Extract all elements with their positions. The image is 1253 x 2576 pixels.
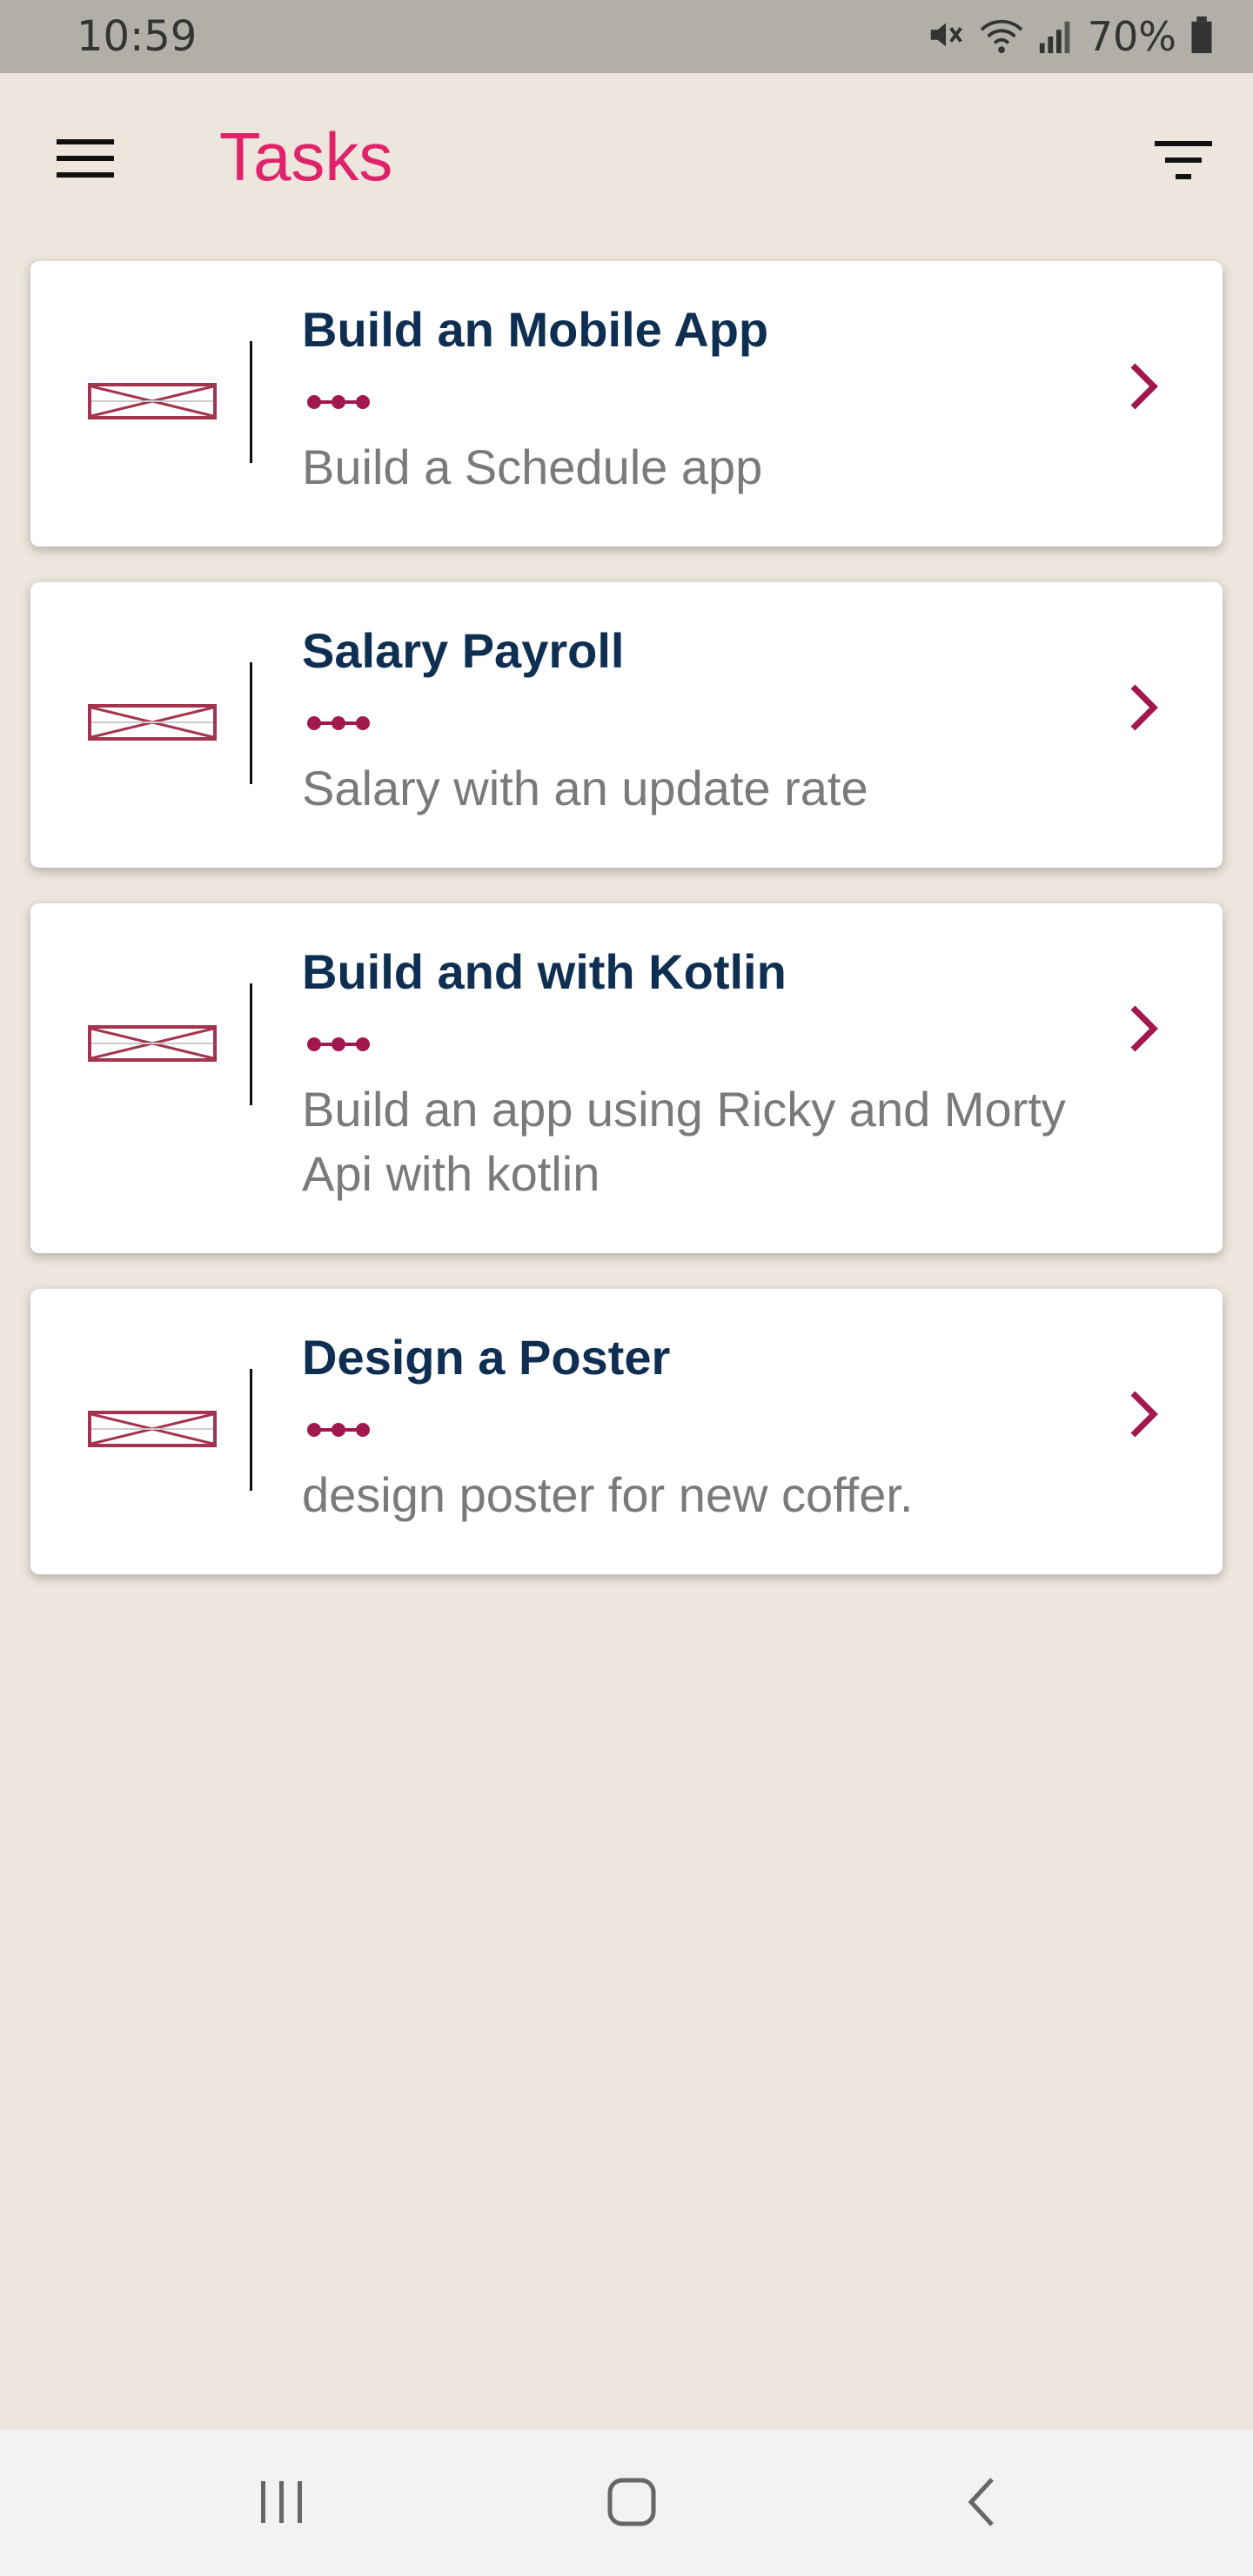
task-description: Salary with an update rate [302, 761, 868, 815]
more-dots-icon [305, 392, 372, 413]
navigation-bar [0, 2430, 1253, 2576]
more-dots-icon [305, 1034, 372, 1055]
status-time: 10:59 [77, 12, 198, 61]
chevron-right-icon[interactable] [1113, 1384, 1174, 1445]
more-dots-icon [305, 713, 372, 734]
more-dots-icon [305, 1419, 372, 1440]
wifi-icon [978, 15, 1025, 59]
filter-button[interactable] [1149, 131, 1218, 193]
task-thumbnail-icon [88, 704, 217, 741]
divider [250, 983, 252, 1105]
task-card[interactable]: Salary Payroll Salary with an update rat… [30, 582, 1223, 868]
signal-icon [1037, 15, 1075, 59]
chevron-right-icon[interactable] [1113, 998, 1174, 1059]
page-title: Tasks [219, 118, 393, 195]
divider [250, 662, 252, 784]
task-title: Build an Mobile App [302, 302, 769, 357]
chevron-right-icon[interactable] [1113, 356, 1174, 417]
home-icon [606, 2476, 658, 2532]
recent-apps-icon [256, 2478, 308, 2531]
status-icons: 70% [926, 12, 1215, 61]
battery-icon [1189, 15, 1215, 59]
task-description: design poster for new coffer. [302, 1467, 914, 1522]
hamburger-menu-icon [57, 138, 114, 184]
filter-icon [1155, 139, 1212, 185]
battery-percent: 70% [1087, 13, 1176, 60]
chevron-right-icon[interactable] [1113, 677, 1174, 738]
task-card[interactable]: Build an Mobile App Build a Schedule app [30, 261, 1223, 547]
task-card[interactable]: Build and with Kotlin Build an app using… [30, 903, 1223, 1253]
task-thumbnail-icon [88, 1411, 217, 1447]
task-description: Build an app using Ricky and Morty Api w… [302, 1082, 1066, 1201]
task-thumbnail-icon [88, 1025, 217, 1062]
divider [250, 341, 252, 463]
back-button[interactable] [938, 2465, 1025, 2543]
recent-apps-button[interactable] [238, 2465, 325, 2543]
menu-button[interactable] [50, 134, 120, 186]
task-list: Build an Mobile App Build a Schedule app… [30, 261, 1223, 1610]
divider [250, 1369, 252, 1491]
task-thumbnail-icon [88, 383, 217, 419]
status-bar: 10:59 70% [0, 0, 1253, 73]
back-icon [964, 2476, 999, 2532]
app-bar: Tasks [0, 73, 1253, 244]
mute-icon [926, 15, 966, 59]
home-button[interactable] [588, 2465, 675, 2543]
task-card[interactable]: Design a Poster design poster for new co… [30, 1289, 1223, 1574]
task-title: Build and with Kotlin [302, 944, 787, 999]
task-description: Build a Schedule app [302, 439, 763, 494]
task-title: Salary Payroll [302, 623, 625, 678]
task-title: Design a Poster [302, 1330, 671, 1385]
